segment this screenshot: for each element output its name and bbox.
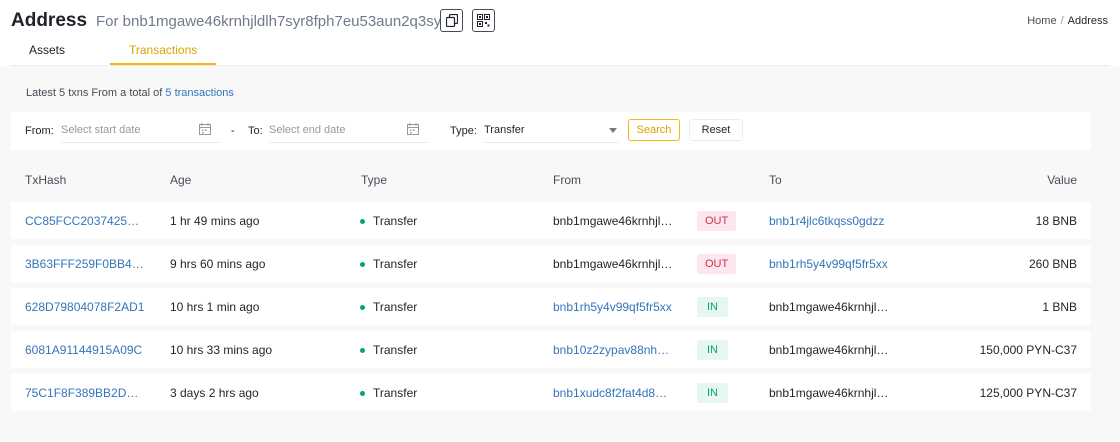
tx-type-label: Transfer [373, 386, 418, 400]
tab-transactions[interactable]: Transactions [129, 43, 197, 57]
tx-to: bnb1mgawe46krnhjldlh [769, 386, 889, 400]
tx-value: 1 BNB [1042, 300, 1077, 314]
start-date-placeholder: Select start date [61, 124, 141, 136]
tx-type: Transfer [360, 300, 417, 314]
address-value: bnb1mgawe46krnhjldlh7syr8fph7eu53aun2q3s… [122, 13, 450, 30]
direction-badge: OUT [697, 254, 737, 274]
calendar-icon [407, 123, 419, 135]
tx-from-link[interactable]: bnb1rh5y4v99qf5fr5xx [553, 300, 673, 314]
column-type: Type [361, 173, 388, 187]
summary-text: Latest 5 txns From a total of [26, 87, 163, 99]
tx-to-link[interactable]: bnb1rh5y4v99qf5fr5xx [769, 257, 889, 271]
end-date-placeholder: Select end date [269, 124, 346, 136]
table-row: 6081A91144915A09C 10 hrs 33 mins ago Tra… [11, 331, 1091, 368]
table-row: 3B63FFF259F0BB4A2 9 hrs 60 mins ago Tran… [11, 245, 1091, 282]
tx-value: 260 BNB [1028, 257, 1077, 271]
type-select-value: Transfer [484, 124, 525, 136]
tx-age: 3 days 2 hrs ago [170, 386, 259, 400]
address-subtitle: For bnb1mgawe46krnhjldlh7syr8fph7eu53aun… [96, 13, 450, 30]
tx-hash-link[interactable]: 628D79804078F2AD1 [25, 300, 145, 314]
breadcrumb: Home / Address [1027, 15, 1108, 27]
tx-type-label: Transfer [373, 300, 418, 314]
tx-from: bnb1mgawe46krnhjldlh [553, 257, 673, 271]
status-dot [360, 304, 365, 310]
date-range-dash: - [231, 125, 235, 137]
status-dot [360, 347, 365, 353]
tx-age: 10 hrs 33 mins ago [170, 343, 273, 357]
direction-badge: IN [697, 340, 728, 360]
tx-hash-link[interactable]: 75C1F8F389BB2D9A1 [25, 386, 145, 400]
breadcrumb-home[interactable]: Home [1027, 15, 1056, 27]
tx-type: Transfer [360, 386, 417, 400]
to-label: To: [248, 125, 263, 137]
table-row: 75C1F8F389BB2D9A1 3 days 2 hrs ago Trans… [11, 374, 1091, 411]
tx-type: Transfer [360, 214, 417, 228]
tx-age: 10 hrs 1 min ago [170, 300, 260, 314]
type-label: Type: [450, 125, 477, 137]
from-label: From: [25, 125, 54, 137]
tab-assets[interactable]: Assets [29, 43, 65, 57]
status-dot [360, 261, 365, 267]
search-button[interactable]: Search [628, 119, 680, 141]
column-age: Age [170, 173, 192, 187]
transactions-count-link[interactable]: 5 transactions [165, 87, 233, 99]
page-title: Address [11, 10, 88, 31]
tx-from: bnb1mgawe46krnhjldlh [553, 214, 673, 228]
tx-type: Transfer [360, 257, 417, 271]
tx-from-link[interactable]: bnb10z2zypav88nh0xxx [553, 343, 673, 357]
tx-hash-link[interactable]: CC85FCC2037425244 [25, 214, 145, 228]
tx-hash-link[interactable]: 6081A91144915A09C [25, 343, 145, 357]
direction-badge: IN [697, 383, 728, 403]
status-dot [360, 390, 365, 396]
breadcrumb-current: Address [1067, 15, 1108, 27]
breadcrumb-separator: / [1060, 15, 1064, 27]
end-date-input[interactable]: Select end date [269, 121, 429, 143]
column-to: To [769, 173, 782, 187]
table-row: CC85FCC2037425244 1 hr 49 mins ago Trans… [11, 202, 1091, 239]
tx-type-label: Transfer [373, 343, 418, 357]
tx-from-link[interactable]: bnb1xudc8f2fat4d8exx [553, 386, 673, 400]
direction-badge: IN [697, 297, 728, 317]
tx-value: 125,000 PYN-C37 [979, 386, 1077, 400]
chevron-down-icon [609, 128, 617, 133]
column-value: Value [1047, 173, 1077, 187]
transactions-summary: Latest 5 txns From a total of 5 transact… [26, 87, 234, 99]
copy-icon [445, 14, 458, 27]
copy-button[interactable] [440, 9, 463, 32]
tx-type-label: Transfer [373, 214, 418, 228]
page-header: Address For bnb1mgawe46krnhjldlh7syr8fph… [0, 0, 1120, 66]
start-date-input[interactable]: Select start date [61, 121, 221, 143]
tx-age: 9 hrs 60 mins ago [170, 257, 266, 271]
tx-age: 1 hr 49 mins ago [170, 214, 260, 228]
qr-code-icon [477, 14, 490, 27]
type-select[interactable]: Transfer [483, 121, 619, 143]
table-row: 628D79804078F2AD1 10 hrs 1 min ago Trans… [11, 288, 1091, 325]
tx-to: bnb1mgawe46krnhjldlh [769, 343, 889, 357]
reset-button[interactable]: Reset [689, 119, 743, 141]
direction-badge: OUT [697, 211, 737, 231]
status-dot [360, 218, 365, 224]
column-from: From [553, 173, 581, 187]
header-divider [10, 65, 1110, 66]
filter-bar: From: Select start date - To: Select end… [11, 112, 1091, 150]
calendar-icon [199, 123, 211, 135]
tx-to: bnb1mgawe46krnhjldlh [769, 300, 889, 314]
tx-value: 150,000 PYN-C37 [979, 343, 1077, 357]
column-txhash: TxHash [25, 173, 67, 187]
tx-value: 18 BNB [1035, 214, 1077, 228]
address-prefix: For [96, 13, 119, 30]
tx-type-label: Transfer [373, 257, 418, 271]
tx-hash-link[interactable]: 3B63FFF259F0BB4A2 [25, 257, 145, 271]
tx-type: Transfer [360, 343, 417, 357]
qr-code-button[interactable] [472, 9, 495, 32]
tx-to-link[interactable]: bnb1r4jlc6tkqss0gdzz [769, 214, 889, 228]
